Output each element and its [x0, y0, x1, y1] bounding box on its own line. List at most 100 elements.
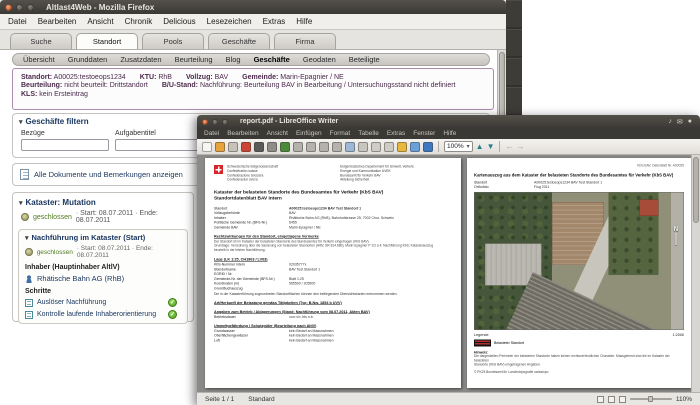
- info-pair: B/U-Stand: Nachführung: Beurteilung BAV …: [161, 82, 456, 89]
- status-text: geschlossen: [36, 248, 73, 256]
- menu-item[interactable]: Delicious: [163, 17, 195, 26]
- section-title: Angaben zum Betrieb / Ablagerungen (Stan…: [214, 309, 370, 314]
- section-nav-item[interactable]: Geschäfte: [254, 55, 290, 64]
- section-title: Art/Herkunft der Belastung gemäss Tätigk…: [214, 300, 342, 305]
- menu-item[interactable]: Extras: [263, 17, 286, 26]
- close-button[interactable]: [202, 118, 208, 125]
- window-title: Altlast4Web - Mozilla Firefox: [46, 2, 155, 12]
- lage-fields: KbS-Nummer intern 02035777x Standortname BA…: [214, 263, 452, 290]
- menu-item[interactable]: Hilfe: [443, 130, 456, 137]
- zoom-combobox[interactable]: 100% ▾: [444, 141, 473, 152]
- view-multi-icon[interactable]: [607, 395, 615, 403]
- cut-icon[interactable]: [293, 141, 303, 152]
- firefox-titlebar[interactable]: Altlast4Web - Mozilla Firefox: [0, 0, 506, 14]
- zoom-slider-knob[interactable]: [647, 396, 653, 402]
- spellcheck-icon[interactable]: [280, 141, 290, 152]
- section-nav-item[interactable]: Grunddaten: [68, 55, 108, 64]
- orthophoto: N: [474, 192, 684, 331]
- menu-item[interactable]: Bearbeiten: [38, 17, 77, 26]
- indicator-area: ♪ ✉ ●: [668, 118, 695, 126]
- menu-item[interactable]: Einfügen: [296, 130, 322, 137]
- minimize-button[interactable]: [212, 118, 218, 125]
- tab[interactable]: Standort: [76, 33, 138, 49]
- kataster-title: Kataster: Mutation: [25, 198, 96, 207]
- field-row: Inhaber Rhätische Bahn AG (RhB), Bahnhofs…: [214, 216, 394, 220]
- view-single-icon[interactable]: [596, 395, 604, 403]
- mail-indicator-icon[interactable]: ✉: [677, 118, 683, 126]
- legend-label: Legende: [474, 332, 489, 338]
- section-nav-item[interactable]: Beurteilung: [175, 55, 213, 64]
- style-indicator[interactable]: Standard: [248, 396, 274, 403]
- tab[interactable]: Pools: [142, 33, 204, 49]
- tab[interactable]: Geschäfte: [208, 33, 270, 49]
- inhaber-link[interactable]: Rhätische Bahn AG (RhB): [37, 274, 124, 283]
- new-document-icon[interactable]: [202, 141, 212, 152]
- hyperlink-icon[interactable]: [371, 141, 381, 152]
- nachfuehrung-header[interactable]: ▾ Nachführung im Kataster (Start): [25, 233, 181, 242]
- navigator-icon[interactable]: [410, 141, 420, 152]
- nav-down-icon[interactable]: ▼: [487, 142, 495, 152]
- menu-item[interactable]: Bearbeiten: [227, 130, 258, 137]
- paste-icon[interactable]: [319, 141, 329, 152]
- menu-item[interactable]: Datei: [204, 130, 219, 137]
- menu-item[interactable]: Chronik: [125, 17, 153, 26]
- show-documents-link[interactable]: Alle Dokumente und Bemerkungen anzeigen: [34, 170, 183, 179]
- copy-icon[interactable]: [306, 141, 316, 152]
- tab[interactable]: Firma: [274, 33, 336, 49]
- writer-scrollbar[interactable]: [691, 155, 700, 392]
- export-pdf-icon[interactable]: [241, 141, 251, 152]
- format-paintbrush-icon[interactable]: [332, 141, 342, 152]
- zoom-percent: 110%: [675, 395, 692, 403]
- menu-item[interactable]: Ansicht: [87, 17, 113, 26]
- zoom-icon[interactable]: [423, 141, 433, 152]
- forward-icon[interactable]: →: [516, 142, 524, 152]
- table-icon[interactable]: [384, 141, 394, 152]
- save-icon[interactable]: [228, 141, 238, 152]
- tab-strip: Suche Standort Pools Geschäfte Firma: [0, 30, 506, 50]
- desktop-dock[interactable]: [506, 0, 522, 117]
- sound-indicator-icon[interactable]: ♪: [668, 118, 672, 126]
- writer-titlebar[interactable]: report.pdf - LibreOffice Writer ♪ ✉ ●: [197, 115, 700, 128]
- print-preview-icon[interactable]: [267, 141, 277, 152]
- print-icon[interactable]: [254, 141, 264, 152]
- undo-icon[interactable]: [345, 141, 355, 152]
- open-icon[interactable]: [215, 141, 225, 152]
- menu-item[interactable]: Lesezeichen: [207, 17, 252, 26]
- menu-item[interactable]: Extras: [387, 130, 405, 137]
- maximize-button[interactable]: [27, 3, 34, 11]
- maximize-button[interactable]: [222, 118, 228, 125]
- field-row: Koordinaten (m) 565500 / 205500: [214, 282, 316, 286]
- view-book-icon[interactable]: [618, 395, 626, 403]
- tab[interactable]: Suche: [10, 33, 72, 49]
- header-line: Confederaziun svizra: [227, 178, 258, 182]
- section-nav-item[interactable]: Übersicht: [23, 55, 55, 64]
- section-nav-item[interactable]: Zusatzdaten: [120, 55, 161, 64]
- section-nav-item[interactable]: Beteiligte: [349, 55, 380, 64]
- document-page-2: KbS BAV, Datenblatt Nr. A00025 Kartenaus…: [467, 158, 691, 388]
- nav-up-icon[interactable]: ▲: [476, 142, 484, 152]
- schritt-link[interactable]: Kontrolle laufende Inhaberorientierung: [37, 311, 156, 318]
- section-nav-item[interactable]: Geodaten: [303, 55, 336, 64]
- menu-item[interactable]: Format: [330, 130, 351, 137]
- menu-item[interactable]: Ansicht: [267, 130, 288, 137]
- menu-item[interactable]: Hilfe: [296, 17, 312, 26]
- kataster-header[interactable]: ▾ Kataster: Mutation: [13, 195, 193, 207]
- menu-item[interactable]: Datei: [8, 17, 27, 26]
- menu-item[interactable]: Fenster: [413, 130, 435, 137]
- toolbar-separator: [499, 141, 501, 152]
- checklist-icon: [25, 310, 33, 319]
- scrollbar-thumb[interactable]: [693, 157, 699, 223]
- menu-item[interactable]: Tabelle: [358, 130, 379, 137]
- close-button[interactable]: [5, 3, 12, 11]
- redo-icon[interactable]: [358, 141, 368, 152]
- red-roof-building: [639, 199, 659, 216]
- section-nav-item[interactable]: Blog: [226, 55, 241, 64]
- gallery-icon[interactable]: [397, 141, 407, 152]
- minimize-button[interactable]: [16, 3, 23, 11]
- back-icon[interactable]: ←: [505, 142, 513, 152]
- nachfuehrung-status-row: geschlossen · Start: 08.07.2011 · Ende: …: [25, 245, 181, 259]
- zoom-slider[interactable]: [629, 396, 672, 402]
- bezuege-input[interactable]: [21, 139, 109, 151]
- schritt-link[interactable]: Auslöser Nachführung: [37, 299, 106, 306]
- session-indicator-icon[interactable]: ●: [688, 118, 692, 126]
